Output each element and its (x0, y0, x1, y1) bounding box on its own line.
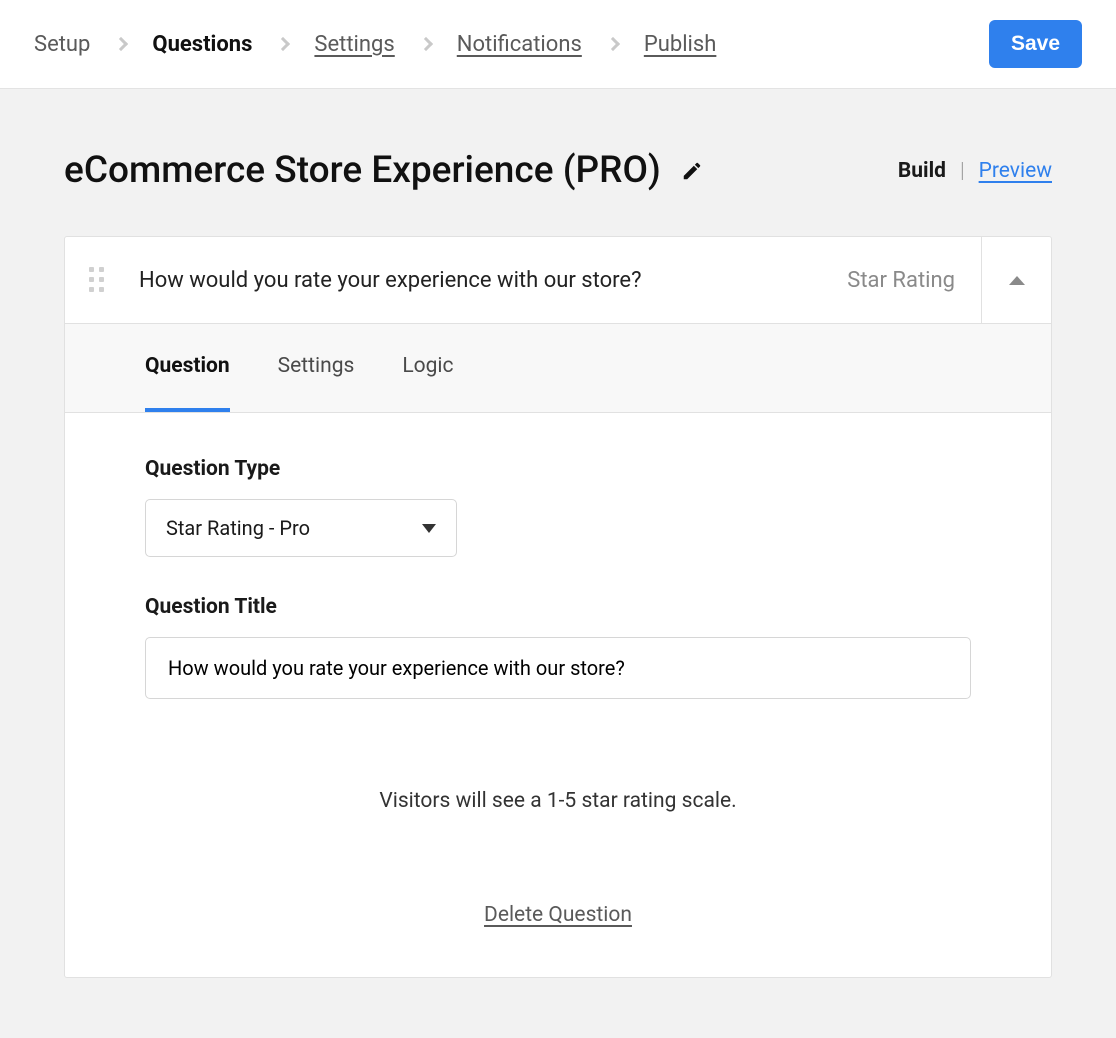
chevron-right-icon (276, 37, 290, 51)
question-title-input[interactable] (145, 637, 971, 699)
question-type-select[interactable]: Star Rating - Pro (145, 499, 457, 557)
question-header-title: How would you rate your experience with … (139, 268, 641, 293)
drag-handle-icon[interactable] (89, 267, 111, 293)
question-body: Question Type Star Rating - Pro Question… (65, 413, 1051, 977)
question-card: How would you rate your experience with … (64, 236, 1052, 978)
nav-settings[interactable]: Settings (314, 32, 394, 57)
question-card-header: How would you rate your experience with … (65, 237, 1051, 324)
question-header-type: Star Rating (847, 268, 955, 293)
chevron-down-icon (422, 524, 436, 533)
main-content: eCommerce Store Experience (PRO) Build |… (0, 89, 1116, 1038)
top-nav: Setup Questions Settings Notifications P… (0, 0, 1116, 89)
question-tabs: Question Settings Logic (65, 324, 1051, 413)
tab-question[interactable]: Question (145, 324, 230, 412)
nav-questions[interactable]: Questions (152, 32, 252, 57)
tab-settings[interactable]: Settings (278, 324, 355, 412)
separator: | (960, 159, 965, 183)
chevron-right-icon (606, 37, 620, 51)
edit-icon[interactable] (681, 160, 703, 182)
save-button[interactable]: Save (989, 20, 1082, 68)
question-type-value: Star Rating - Pro (166, 516, 310, 540)
tab-logic[interactable]: Logic (402, 324, 453, 412)
chevron-right-icon (114, 37, 128, 51)
delete-question-link[interactable]: Delete Question (484, 903, 632, 927)
collapse-button[interactable] (981, 237, 1051, 323)
chevron-up-icon (1009, 276, 1025, 285)
nav-notifications[interactable]: Notifications (457, 32, 582, 57)
chevron-right-icon (419, 37, 433, 51)
mode-toggle: Build | Preview (898, 159, 1052, 183)
question-title-label: Question Title (145, 595, 971, 619)
question-type-label: Question Type (145, 457, 971, 481)
mode-preview[interactable]: Preview (979, 159, 1052, 183)
title-row: eCommerce Store Experience (PRO) Build |… (64, 149, 1052, 192)
question-hint: Visitors will see a 1-5 star rating scal… (145, 789, 971, 813)
nav-publish[interactable]: Publish (644, 32, 717, 57)
mode-build[interactable]: Build (898, 159, 946, 183)
page-title: eCommerce Store Experience (PRO) (64, 149, 661, 192)
nav-setup[interactable]: Setup (34, 32, 90, 57)
